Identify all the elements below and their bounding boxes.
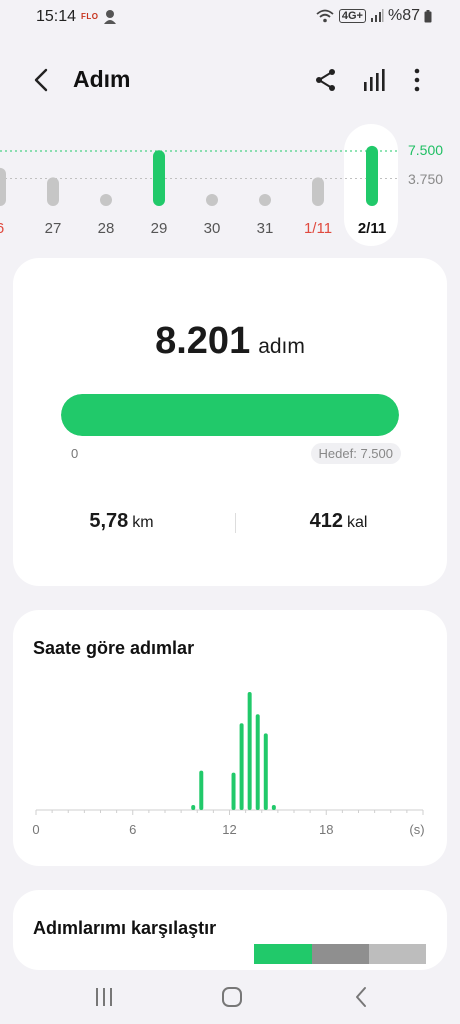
compare-bar-others — [369, 944, 426, 964]
carrier-badge: FLO — [81, 12, 99, 21]
day-label-28[interactable]: 28 — [86, 220, 126, 237]
hourly-bar — [247, 692, 252, 810]
share-icon[interactable] — [312, 66, 340, 94]
calories-unit: kal — [346, 514, 368, 531]
day-bar-30 — [206, 194, 218, 206]
steps-summary-card[interactable]: 8.201 adım 0 Hedef: 7.500 5,78 km 412 kal — [13, 258, 447, 586]
distance-value: 5,78 — [89, 510, 129, 532]
more-vertical-icon[interactable] — [403, 66, 431, 94]
hourly-bar — [191, 804, 196, 810]
day-label-27[interactable]: 27 — [33, 220, 73, 237]
day-bar-27 — [47, 177, 59, 206]
notification-icon — [104, 10, 116, 24]
steps-value: 8.201 adım — [13, 320, 447, 363]
compare-bar-average — [312, 944, 369, 964]
goal-line-label: 7.500 — [408, 142, 444, 158]
x-tick-label: 18 — [319, 822, 333, 837]
hourly-bar — [271, 804, 276, 810]
hourly-bar — [231, 772, 236, 810]
network-badge: 4G+ — [338, 9, 366, 23]
status-bar: 15:14 FLO 4G+ %87 — [0, 0, 460, 36]
x-tick-label: 12 — [222, 822, 236, 837]
day-label-6[interactable]: 6 — [0, 220, 20, 237]
calories-metric: 412 kal — [230, 510, 447, 533]
day-bar-6 — [0, 167, 6, 206]
app-bar: Adım — [0, 56, 460, 104]
hourly-chart: 0 6 12 18 (s) — [32, 692, 425, 837]
calories-value: 412 — [309, 510, 343, 532]
navigation-bar — [0, 970, 460, 1024]
day-bar-2-11 — [366, 145, 378, 206]
steps-count: 8.201 — [155, 320, 251, 362]
date-strip: 6 27 28 29 30 31 1/11 2/11 7.500 3.750 — [0, 120, 460, 250]
hourly-bar — [255, 714, 260, 810]
compare-bar-today — [254, 944, 312, 964]
day-bar-1-11 — [312, 177, 324, 206]
distance-unit: km — [132, 514, 154, 531]
day-label-1-11[interactable]: 1/11 — [298, 220, 338, 237]
hourly-bar — [239, 723, 244, 810]
status-right: 4G+ %87 — [315, 7, 432, 25]
hourly-steps-card[interactable]: Saate göre adımlar 0 6 12 18 (s) — [13, 610, 447, 866]
signal-icon — [370, 9, 384, 22]
battery-icon — [424, 9, 432, 22]
battery-level: %87 — [387, 7, 420, 24]
day-label-31[interactable]: 31 — [245, 220, 285, 237]
x-tick-label: 0 — [32, 822, 39, 837]
steps-unit: adım — [258, 335, 305, 358]
compare-title: Adımlarımı karşılaştır — [33, 918, 217, 938]
day-bar-31 — [259, 194, 271, 206]
day-label-30[interactable]: 30 — [192, 220, 232, 237]
home-icon[interactable] — [217, 984, 247, 1010]
day-label-2-11[interactable]: 2/11 — [352, 220, 392, 237]
compare-card[interactable]: Adımlarımı karşılaştır — [13, 890, 447, 970]
status-time: 15:14 — [36, 8, 77, 25]
steps-progress-fill — [61, 394, 399, 436]
page-title: Adım — [73, 66, 131, 92]
wifi-icon — [316, 9, 334, 23]
day-bars — [0, 145, 400, 206]
goal-badge: Hedef: 7.500 — [310, 443, 401, 464]
distance-metric: 5,78 km — [13, 510, 230, 533]
back-button[interactable] — [28, 66, 56, 94]
recents-icon[interactable] — [89, 984, 119, 1010]
progress-start-label: 0 — [71, 446, 79, 461]
back-icon[interactable] — [347, 984, 377, 1010]
hourly-bar — [199, 770, 204, 810]
x-tick-label: (s) — [409, 822, 424, 837]
half-line-label: 3.750 — [408, 171, 444, 187]
x-tick-label: 6 — [129, 822, 136, 837]
day-bar-29 — [153, 150, 165, 206]
day-label-29[interactable]: 29 — [139, 220, 179, 237]
bar-chart-icon[interactable] — [360, 66, 388, 94]
steps-progress-bar — [61, 394, 399, 436]
day-bar-28 — [100, 194, 112, 206]
hourly-bar — [263, 733, 268, 810]
